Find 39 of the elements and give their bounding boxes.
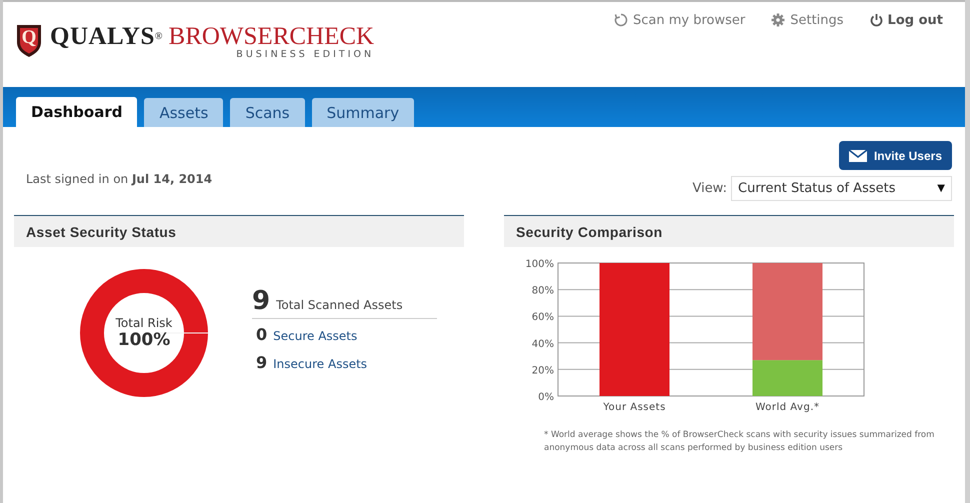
asset-count: 9: [252, 286, 270, 316]
stat-label: Total Scanned Assets: [276, 298, 403, 312]
axis-category-label: World Avg.*: [755, 402, 820, 413]
product-name: BROWSERCHECK: [168, 22, 374, 50]
axis-tick-label: 0%: [538, 392, 554, 403]
risk-value: 100%: [118, 330, 170, 350]
refresh-icon: [614, 13, 628, 27]
axis-tick-label: 100%: [525, 259, 554, 270]
assets-link[interactable]: Secure Assets: [273, 328, 358, 342]
logout-link[interactable]: Log out: [870, 11, 943, 29]
tab[interactable]: Scans: [230, 98, 305, 127]
last-signed-in-text: Last signed in on Jul 14, 2014: [26, 172, 212, 186]
settings-link[interactable]: Settings: [771, 11, 844, 29]
scan-link[interactable]: Scan my browser: [614, 11, 746, 29]
asset-count: 9: [255, 352, 268, 372]
assets-link[interactable]: Insecure Assets: [273, 356, 368, 370]
invite-users-button[interactable]: Invite Users: [838, 141, 952, 170]
panel-title: Security Comparison: [504, 216, 954, 247]
view-select[interactable]: Current Status of Assets ▼: [731, 176, 952, 201]
settings-icon: [771, 13, 786, 27]
tab[interactable]: Assets: [144, 98, 224, 127]
axis-tick-label: 80%: [532, 286, 554, 297]
view-label: View:: [692, 181, 727, 196]
axis-tick-label: 20%: [532, 365, 554, 376]
axis-tick-label: 60%: [532, 312, 554, 324]
brand-name: QUALYS: [50, 22, 155, 52]
shield-logo: Q: [14, 22, 44, 58]
chart-footnote: * World average shows the % of BrowserCheck scans with security issues summarized from anonymous data across all scans performed by business edition users: [543, 429, 936, 455]
mail-icon: [848, 150, 867, 162]
panel-title: Asset Security Status: [14, 216, 464, 247]
power-icon: [870, 13, 883, 27]
risk-label: Total Risk: [116, 316, 172, 330]
asset-count: 0: [255, 324, 268, 344]
edition-label: BUSINESS EDITION: [236, 49, 374, 60]
tab[interactable]: Dashboard: [16, 97, 138, 127]
axis-category-label: Your Assets: [603, 402, 666, 413]
registered-mark: ®: [154, 30, 163, 44]
tab[interactable]: Summary: [312, 98, 414, 127]
axis-tick-label: 40%: [532, 338, 554, 350]
